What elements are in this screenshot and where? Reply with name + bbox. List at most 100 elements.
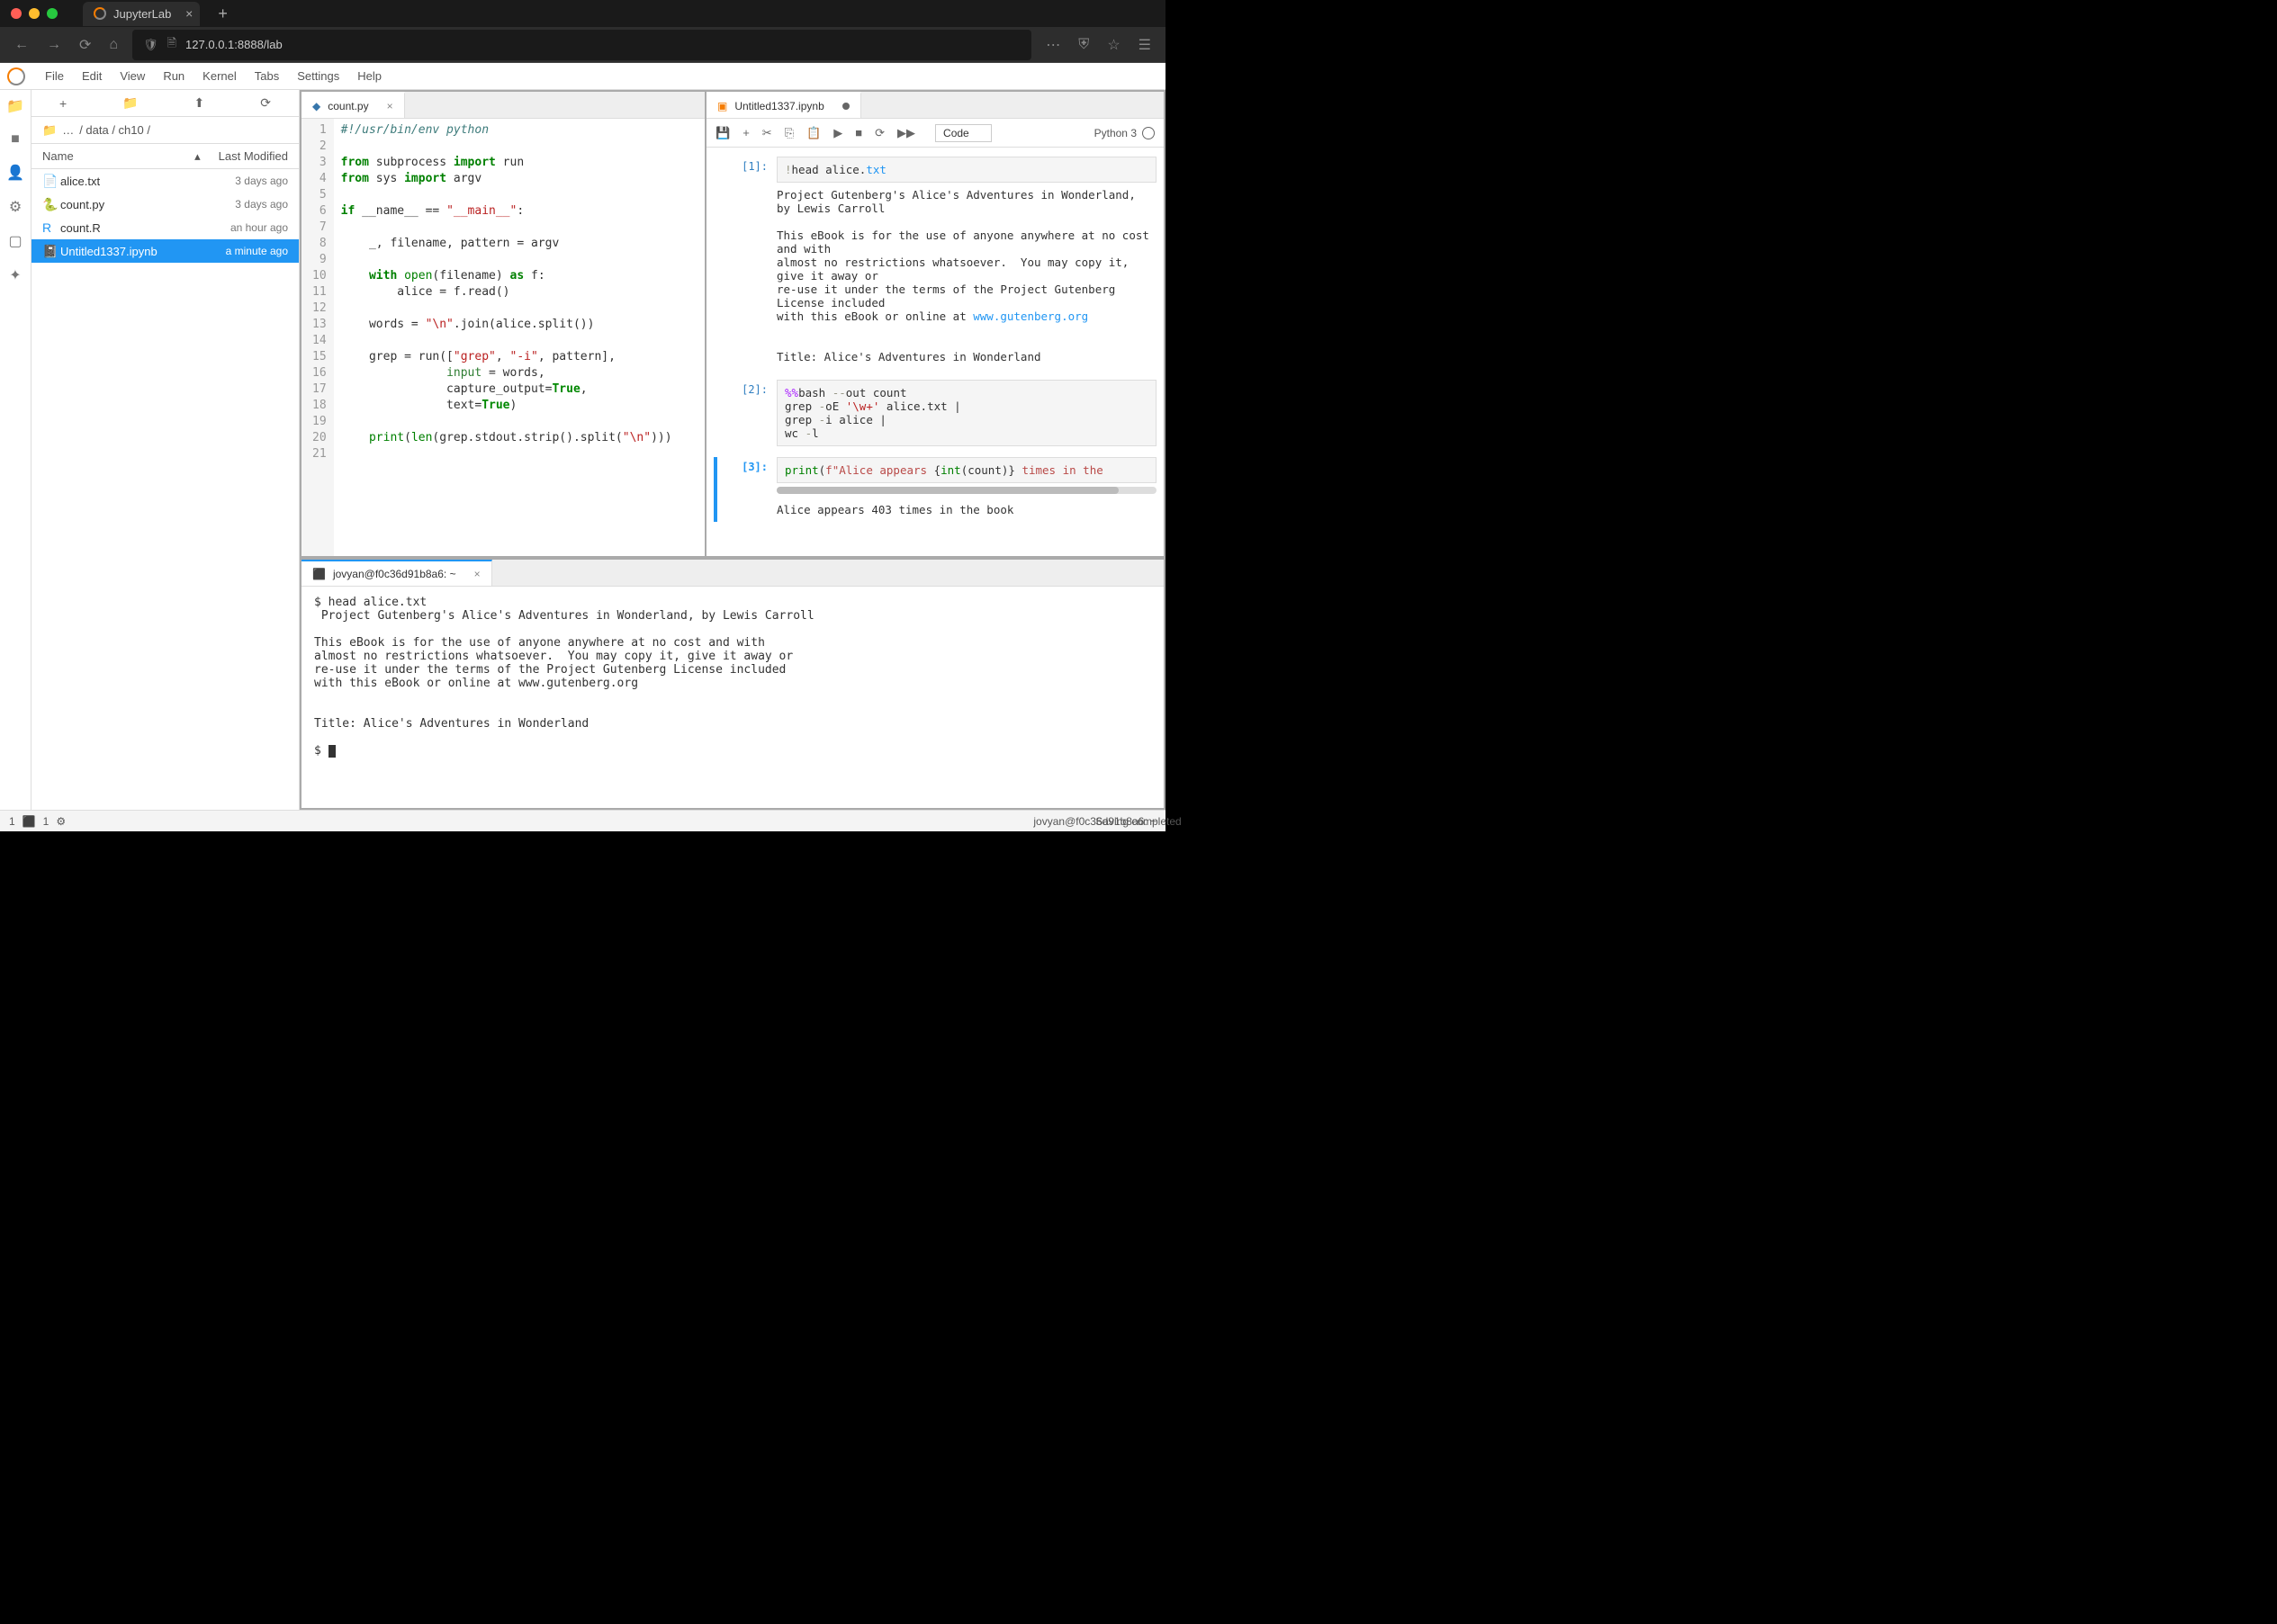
code-editor[interactable]: 123456789101112131415161718192021 #!/usr…: [302, 119, 705, 556]
copy-icon[interactable]: ⎘: [785, 126, 794, 140]
file-modified: a minute ago: [226, 245, 288, 257]
url-text: 127.0.0.1:8888/lab: [185, 38, 283, 51]
header-modified: Last Modified: [219, 149, 288, 163]
reload-icon[interactable]: ⟳: [76, 32, 94, 58]
status-left-1: 1: [9, 815, 15, 828]
header-name: Name: [42, 149, 194, 163]
extension-icon[interactable]: ✦: [9, 266, 21, 284]
new-folder-icon[interactable]: 📁: [122, 95, 138, 111]
new-tab-icon[interactable]: +: [218, 4, 228, 23]
terminal-icon: ⬛: [312, 568, 326, 580]
folder-icon[interactable]: 📁: [6, 97, 24, 115]
tabs-icon[interactable]: ▢: [8, 232, 22, 250]
cursor-icon: [328, 745, 336, 758]
home-icon[interactable]: ⌂: [105, 33, 122, 57]
notebook-cell[interactable]: [1]:!head alice.txtProject Gutenberg's A…: [714, 157, 1156, 369]
cell-input[interactable]: print(f"Alice appears {int(count)} times…: [777, 457, 1156, 483]
cell-input[interactable]: %%bash --out count grep -oE '\w+' alice.…: [777, 380, 1156, 446]
forward-icon[interactable]: →: [43, 33, 65, 57]
file-type-icon: 🐍: [42, 197, 60, 212]
shield-icon: 🛡: [143, 38, 158, 52]
paste-icon[interactable]: 📋: [806, 126, 821, 140]
file-modified: 3 days ago: [235, 198, 288, 211]
file-item[interactable]: 📄alice.txt3 days ago: [32, 169, 299, 193]
save-icon[interactable]: 💾: [716, 126, 730, 140]
window-maximize-icon[interactable]: [47, 8, 58, 19]
upload-icon[interactable]: ⬆: [194, 95, 205, 111]
terminal-body[interactable]: $ head alice.txt Project Gutenberg's Ali…: [302, 587, 1164, 808]
menu-file[interactable]: File: [36, 66, 73, 86]
window-close-icon[interactable]: [11, 8, 22, 19]
bookmark-icon[interactable]: ☆: [1103, 32, 1123, 58]
cell-output: Project Gutenberg's Alice's Adventures i…: [777, 183, 1156, 369]
tab-terminal[interactable]: ⬛ jovyan@f0c36d91b8a6: ~ ×: [302, 560, 492, 586]
tab-close-icon[interactable]: ×: [185, 6, 193, 21]
file-modified: 3 days ago: [235, 175, 288, 187]
terminal-status-icon[interactable]: ⬛: [22, 815, 36, 828]
close-icon[interactable]: ×: [387, 100, 393, 112]
notebook-file-icon: ▣: [717, 100, 727, 112]
file-type-icon: 📓: [42, 244, 60, 259]
horizontal-scrollbar[interactable]: [777, 487, 1156, 494]
fast-forward-icon[interactable]: ▶▶: [897, 126, 915, 140]
file-name: count.py: [60, 198, 235, 211]
notebook-cell[interactable]: [2]:%%bash --out count grep -oE '\w+' al…: [714, 380, 1156, 446]
menu-edit[interactable]: Edit: [73, 66, 111, 86]
menu-settings[interactable]: Settings: [288, 66, 348, 86]
editor-panel: ◆ count.py × 123456789101112131415161718…: [302, 92, 705, 556]
menu-run[interactable]: Run: [154, 66, 194, 86]
file-list-header[interactable]: Name ▴ Last Modified: [32, 144, 299, 169]
jupyterlab-app: FileEditViewRunKernelTabsSettingsHelp 📁 …: [0, 63, 1166, 831]
hamburger-icon[interactable]: ☰: [1135, 32, 1155, 58]
cut-icon[interactable]: ✂: [762, 126, 772, 140]
refresh-icon[interactable]: ⟳: [260, 95, 271, 111]
pocket-icon[interactable]: ⛨: [1075, 33, 1093, 57]
editor-tabstrip: ◆ count.py ×: [302, 92, 705, 119]
kernel-indicator[interactable]: Python 3: [1094, 127, 1155, 139]
cell-input[interactable]: !head alice.txt: [777, 157, 1156, 183]
restart-icon[interactable]: ⟳: [875, 126, 885, 140]
cell-output: Alice appears 403 times in the book: [777, 498, 1156, 522]
statusbar: 1 ⬛ 1 ⚙ Saving completed jovyan@f0c36d91…: [0, 810, 1166, 831]
jupyter-favicon-icon: [94, 7, 106, 20]
settings-icon[interactable]: ⚙: [9, 198, 22, 216]
terminal-dock: ⬛ jovyan@f0c36d91b8a6: ~ × $ head alice.…: [300, 558, 1166, 810]
cell-prompt: [1]:: [719, 157, 777, 369]
new-launcher-icon[interactable]: +: [59, 96, 67, 111]
notebook-cells[interactable]: [1]:!head alice.txtProject Gutenberg's A…: [706, 148, 1164, 556]
close-icon[interactable]: ×: [474, 568, 481, 580]
back-icon[interactable]: ←: [11, 33, 32, 57]
crumb-ellipsis[interactable]: …: [62, 123, 74, 137]
file-item[interactable]: 🐍count.py3 days ago: [32, 193, 299, 216]
tab-count-py[interactable]: ◆ count.py ×: [302, 92, 405, 118]
file-type-icon: R: [42, 220, 60, 235]
breadcrumb[interactable]: 📁 … / data / ch10 /: [32, 117, 299, 144]
tab-notebook[interactable]: ▣ Untitled1337.ipynb: [706, 92, 861, 118]
menu-kernel[interactable]: Kernel: [194, 66, 246, 86]
menu-tabs[interactable]: Tabs: [246, 66, 288, 86]
status-left-2: 1: [43, 815, 50, 828]
menu-view[interactable]: View: [111, 66, 154, 86]
file-item[interactable]: Rcount.Ran hour ago: [32, 216, 299, 239]
file-name: count.R: [60, 221, 230, 235]
running-icon[interactable]: ■: [11, 131, 20, 148]
file-name: Untitled1337.ipynb: [60, 245, 226, 258]
more-icon[interactable]: ⋯: [1042, 32, 1064, 58]
browser-tab[interactable]: JupyterLab ×: [83, 2, 200, 26]
add-cell-icon[interactable]: +: [742, 126, 750, 139]
stop-icon[interactable]: ■: [855, 126, 862, 139]
notebook-cell[interactable]: [3]:print(f"Alice appears {int(count)} t…: [714, 457, 1156, 522]
git-icon[interactable]: 👤: [6, 164, 24, 182]
window-minimize-icon[interactable]: [29, 8, 40, 19]
menu-help[interactable]: Help: [348, 66, 391, 86]
run-icon[interactable]: ▶: [833, 126, 842, 140]
jupyter-logo-icon: [7, 67, 25, 85]
tab-label: count.py: [328, 100, 368, 112]
file-item[interactable]: 📓Untitled1337.ipynba minute ago: [32, 239, 299, 263]
cell-type-select[interactable]: Code: [935, 124, 992, 142]
crumb-path: / data / ch10 /: [79, 123, 150, 137]
notebook-panel: ▣ Untitled1337.ipynb 💾 + ✂ ⎘ 📋 ▶ ■ ⟳: [706, 92, 1164, 556]
file-modified: an hour ago: [230, 221, 288, 234]
url-bar[interactable]: 🛡 🗎 127.0.0.1:8888/lab: [132, 30, 1031, 60]
kernel-status-icon[interactable]: ⚙: [56, 815, 66, 828]
